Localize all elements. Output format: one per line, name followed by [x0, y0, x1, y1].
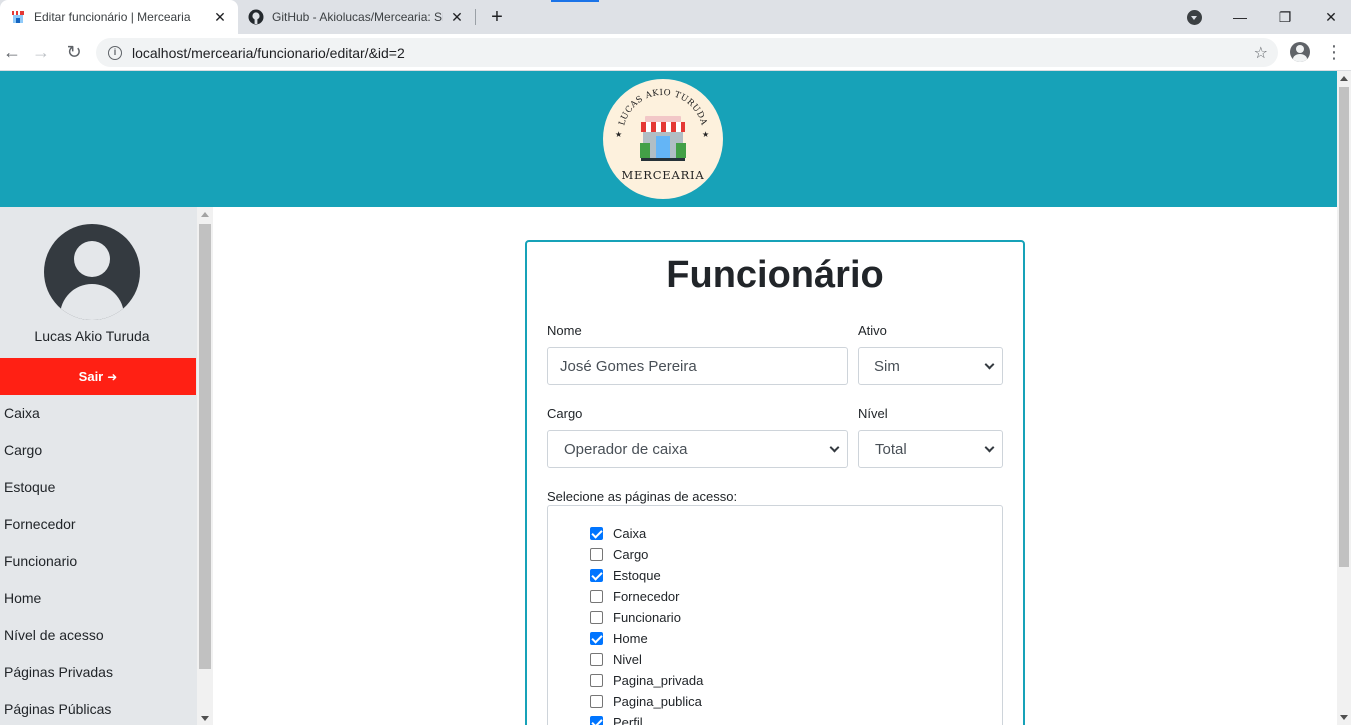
user-avatar-icon — [44, 224, 140, 320]
tab-editar-funcionario[interactable]: Editar funcionário | Mercearia ✕ — [0, 0, 238, 34]
menu-kebab-icon[interactable]: ⋮ — [1325, 40, 1343, 64]
profile-avatar-icon[interactable] — [1290, 42, 1310, 62]
close-tab-icon[interactable]: ✕ — [212, 9, 228, 26]
sidebar-item-nivel-de-acesso[interactable]: Nível de acesso — [0, 617, 196, 654]
cargo-select[interactable]: Operador de caixa — [547, 430, 848, 468]
chevron-down-icon — [829, 442, 840, 453]
logout-label: Sair — [78, 369, 104, 384]
checkbox-cargo[interactable] — [590, 548, 603, 561]
svg-text:★: ★ — [615, 130, 622, 139]
sidebar-item-paginas-publicas[interactable]: Páginas Públicas — [0, 691, 196, 725]
minimize-button[interactable]: — — [1225, 4, 1255, 30]
nome-input[interactable]: José Gomes Pereira — [547, 347, 848, 385]
ativo-value: Sim — [874, 357, 900, 375]
nivel-value: Total — [875, 440, 907, 458]
checkbox-home[interactable] — [590, 632, 603, 645]
pages-checkbox-list: Caixa Cargo Estoque Fornecedor Funcionar… — [590, 523, 703, 725]
list-item: Caixa — [590, 523, 703, 544]
sidebar-item-paginas-privadas[interactable]: Páginas Privadas — [0, 654, 196, 691]
employee-form-card: Funcionário Nome José Gomes Pereira Ativ… — [525, 240, 1025, 725]
sidebar-item-fornecedor[interactable]: Fornecedor — [0, 506, 196, 543]
sidebar-item-funcionario[interactable]: Funcionario — [0, 543, 196, 580]
ativo-select[interactable]: Sim — [858, 347, 1003, 385]
tab-search-icon[interactable] — [1187, 10, 1202, 25]
info-icon[interactable]: i — [108, 45, 122, 60]
sign-out-icon: ➜ — [107, 369, 118, 384]
pages-access-box: Caixa Cargo Estoque Fornecedor Funcionar… — [547, 505, 1003, 725]
site-header: LUCAS AKIO TURUDA ★ ★ MERCEARIA — [0, 71, 1337, 207]
close-window-button[interactable]: ✕ — [1316, 4, 1346, 30]
list-item: Home — [590, 628, 703, 649]
sidebar: Lucas Akio Turuda Sair ➜ Caixa Cargo Est… — [0, 207, 213, 725]
sidebar-nav: Caixa Cargo Estoque Fornecedor Funcionar… — [0, 395, 196, 725]
sidebar-item-home[interactable]: Home — [0, 580, 196, 617]
checkbox-nivel[interactable] — [590, 653, 603, 666]
list-item: Cargo — [590, 544, 703, 565]
scroll-down-arrow-icon[interactable] — [1340, 715, 1348, 720]
list-item: Pagina_publica — [590, 691, 703, 712]
tab-drag-indicator — [551, 0, 599, 2]
sidebar-content: Lucas Akio Turuda Sair ➜ Caixa Cargo Est… — [0, 207, 196, 725]
list-item: Funcionario — [590, 607, 703, 628]
store-icon — [12, 11, 24, 23]
browser-tab-strip: Editar funcionário | Mercearia ✕ GitHub … — [0, 0, 1351, 34]
user-name: Lucas Akio Turuda — [34, 328, 150, 344]
nivel-select[interactable]: Total — [858, 430, 1003, 468]
svg-text:MERCEARIA: MERCEARIA — [621, 168, 704, 182]
logout-button[interactable]: Sair ➜ — [0, 358, 196, 395]
reload-icon[interactable]: ↻ — [62, 40, 86, 64]
cargo-label: Cargo — [547, 406, 583, 421]
github-icon — [248, 9, 264, 25]
sidebar-item-cargo[interactable]: Cargo — [0, 432, 196, 469]
scroll-up-arrow-icon[interactable] — [201, 212, 209, 217]
nome-value: José Gomes Pereira — [560, 357, 697, 375]
tab-separator — [475, 9, 476, 25]
chevron-down-icon — [984, 442, 995, 453]
sidebar-item-caixa[interactable]: Caixa — [0, 395, 196, 432]
checkbox-estoque[interactable] — [590, 569, 603, 582]
sidebar-scrollbar[interactable] — [197, 207, 213, 725]
list-item: Fornecedor — [590, 586, 703, 607]
list-item: Perfil — [590, 712, 703, 725]
sidebar-item-estoque[interactable]: Estoque — [0, 469, 196, 506]
tab-title: Editar funcionário | Mercearia — [34, 10, 191, 24]
tab-github[interactable]: GitHub - Akiolucas/Mercearia: Si ✕ — [238, 0, 475, 34]
nome-label: Nome — [547, 323, 582, 338]
store-logo-icon: LUCAS AKIO TURUDA ★ ★ MERCEARIA — [615, 88, 709, 182]
checkbox-funcionario[interactable] — [590, 611, 603, 624]
checkbox-fornecedor[interactable] — [590, 590, 603, 603]
pages-access-label: Selecione as páginas de acesso: — [547, 489, 738, 504]
checkbox-pagina-publica[interactable] — [590, 695, 603, 708]
ativo-label: Ativo — [858, 323, 887, 338]
list-item: Estoque — [590, 565, 703, 586]
nivel-label: Nível — [858, 406, 888, 421]
list-item: Nivel — [590, 649, 703, 670]
page-viewport: LUCAS AKIO TURUDA ★ ★ MERCEARIA Lucas Ak… — [0, 71, 1351, 725]
checkbox-pagina-privada[interactable] — [590, 674, 603, 687]
checkbox-caixa[interactable] — [590, 527, 603, 540]
forward-arrow-icon[interactable]: → — [29, 40, 53, 64]
tab-title: GitHub - Akiolucas/Mercearia: Si — [272, 10, 443, 24]
scroll-down-arrow-icon[interactable] — [201, 716, 209, 721]
page-scrollbar[interactable] — [1337, 71, 1351, 725]
url-text[interactable]: localhost/mercearia/funcionario/editar/&… — [132, 45, 1254, 61]
restore-button[interactable]: ❐ — [1270, 4, 1300, 30]
address-bar[interactable]: i localhost/mercearia/funcionario/editar… — [96, 38, 1278, 67]
new-tab-button[interactable]: + — [486, 6, 508, 28]
sidebar-scroll-thumb[interactable] — [199, 224, 211, 669]
svg-text:★: ★ — [702, 130, 709, 139]
back-arrow-icon[interactable]: ← — [0, 40, 24, 64]
scroll-up-arrow-icon[interactable] — [1340, 76, 1348, 81]
checkbox-perfil[interactable] — [590, 716, 603, 725]
browser-toolbar: ← → ↻ i localhost/mercearia/funcionario/… — [0, 34, 1351, 71]
cargo-value: Operador de caixa — [564, 440, 688, 458]
page-title: Funcionário — [666, 254, 884, 296]
page-scroll-thumb[interactable] — [1339, 87, 1349, 567]
chevron-down-icon — [984, 359, 995, 370]
bookmark-star-icon[interactable]: ☆ — [1254, 43, 1268, 63]
close-tab-icon[interactable]: ✕ — [449, 9, 465, 26]
list-item: Pagina_privada — [590, 670, 703, 691]
mercearia-logo[interactable]: LUCAS AKIO TURUDA ★ ★ MERCEARIA — [603, 79, 723, 199]
